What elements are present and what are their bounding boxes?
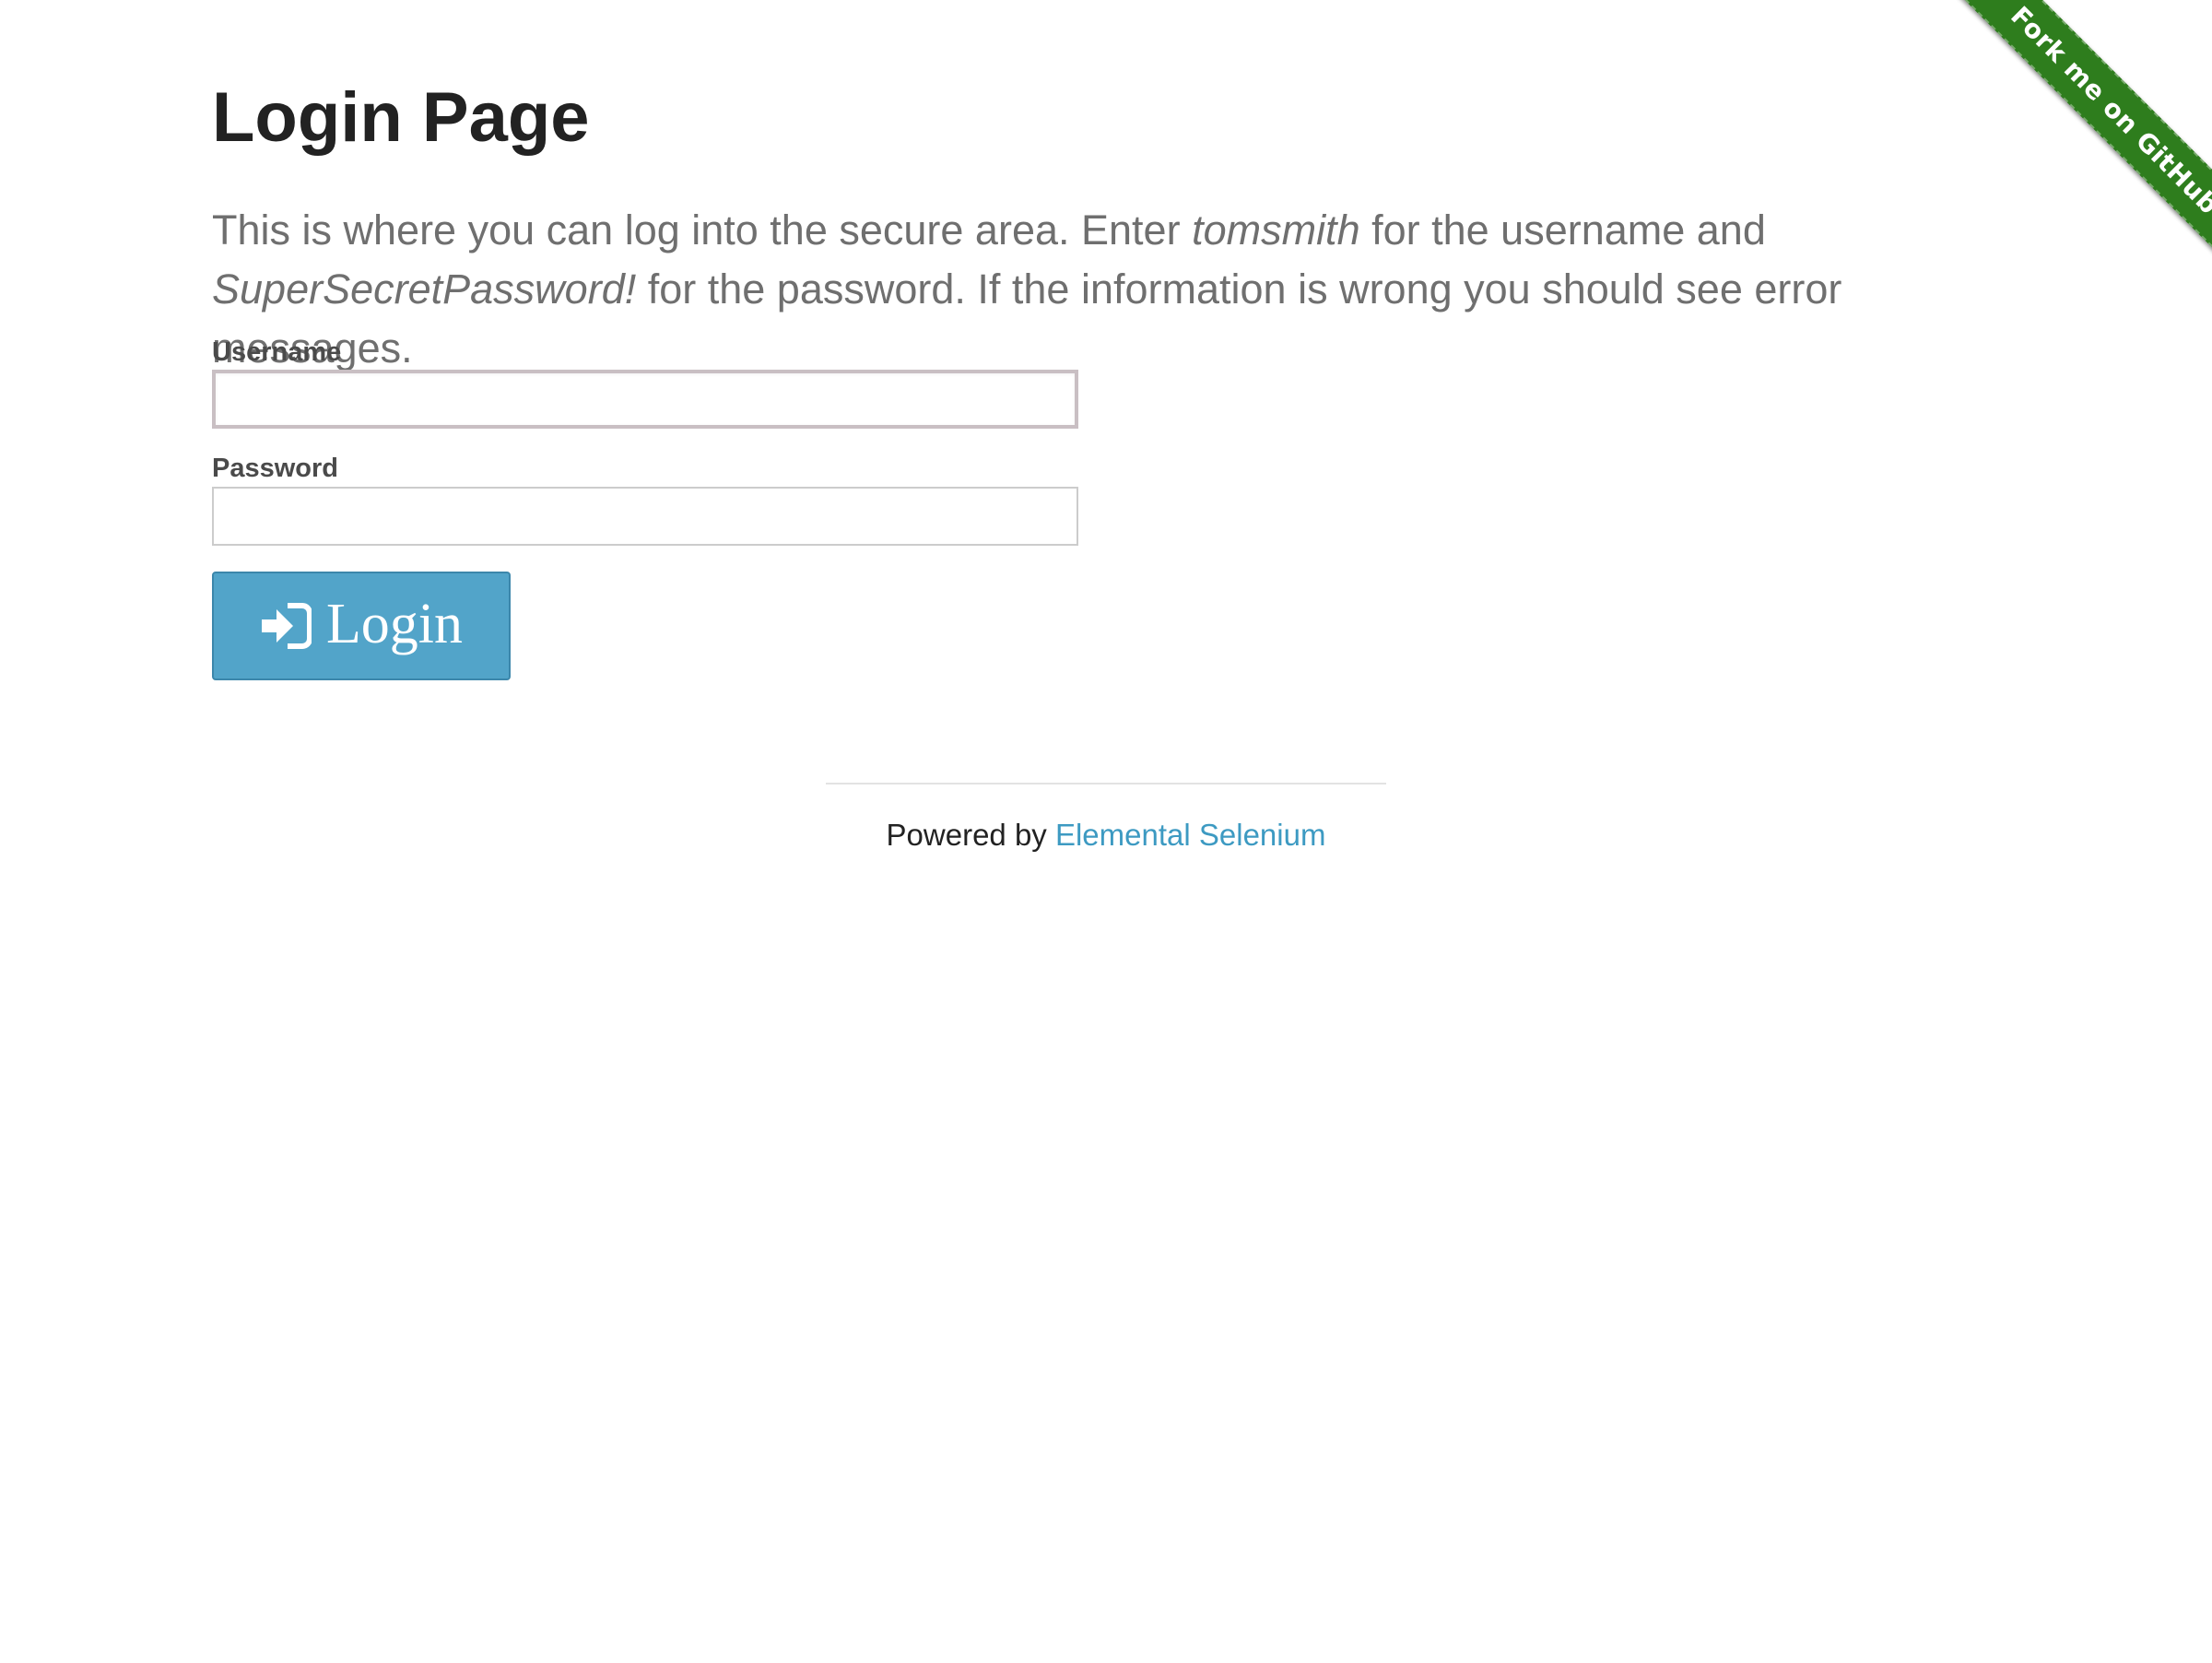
instructions-text-2: for the username and xyxy=(1359,206,1766,254)
page-title: Login Page xyxy=(212,78,590,157)
username-hint: tomsmith xyxy=(1192,206,1360,254)
username-input[interactable] xyxy=(212,370,1078,429)
password-input[interactable] xyxy=(212,487,1078,546)
password-label: Password xyxy=(212,454,338,483)
username-label: Username xyxy=(212,337,342,367)
sign-in-icon xyxy=(260,602,312,650)
footer-powered-by: Powered by xyxy=(886,818,1055,852)
footer-divider xyxy=(826,783,1386,784)
page-instructions: This is where you can log into the secur… xyxy=(212,201,2046,378)
instructions-text-1: This is where you can log into the secur… xyxy=(212,206,1193,254)
password-hint: SuperSecretPassword! xyxy=(212,265,637,313)
login-button[interactable]: Login xyxy=(212,572,511,680)
elemental-selenium-link[interactable]: Elemental Selenium xyxy=(1055,818,1326,852)
footer: Powered by Elemental Selenium xyxy=(0,815,2212,855)
login-button-label: Login xyxy=(325,593,464,655)
